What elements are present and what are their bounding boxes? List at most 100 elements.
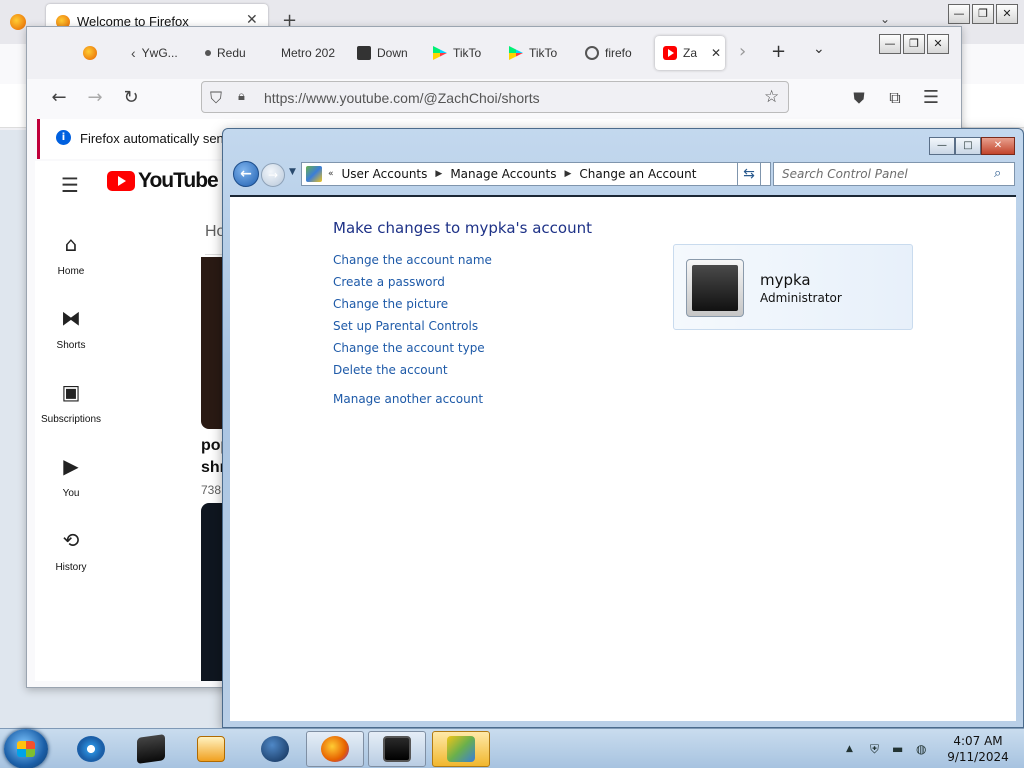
breadcrumb-user-accounts[interactable]: User Accounts	[342, 167, 428, 181]
control-panel-icon	[306, 166, 322, 182]
close-tab-icon[interactable]: ✕	[711, 46, 721, 60]
firefox-ring-icon	[585, 46, 599, 60]
short-views: 738	[201, 483, 222, 497]
url-text[interactable]: https://www.youtube.com/@ZachChoi/shorts	[264, 90, 540, 106]
extensions-icon[interactable]: ⧉	[883, 87, 907, 111]
url-bar[interactable]: ⛉ 🔒︎ https://www.youtube.com/@ZachChoi/s…	[201, 81, 789, 113]
network-icon[interactable]: ◍	[916, 742, 926, 756]
close-button[interactable]: ✕	[996, 4, 1018, 24]
box-icon	[137, 734, 165, 764]
minimize-button[interactable]: —	[879, 34, 901, 54]
taskbar-item-globe-app[interactable]	[246, 731, 304, 767]
taskbar-item-monitor-app[interactable]	[368, 731, 426, 767]
tab-label: firefo	[605, 46, 632, 60]
tab-strip: ‹ YwG... Redu Metro 202 Down TikTo TikTo…	[27, 27, 961, 79]
media-icon	[197, 736, 225, 762]
clock[interactable]: 4:07 AM 9/11/2024	[940, 733, 1016, 765]
sidebar-item-history[interactable]: ⟲ History	[35, 529, 107, 573]
dot-icon	[205, 50, 211, 56]
change-account-type-link[interactable]: Change the account type	[333, 341, 485, 355]
sidebar-item-subscriptions[interactable]: ▣ Subscriptions	[35, 381, 107, 425]
taskbar-item-internet-explorer[interactable]	[62, 731, 120, 767]
control-panel-window: — □ ✕ ← → ▼ « User Accounts ▶ Manage Acc…	[222, 128, 1024, 728]
start-button[interactable]	[4, 729, 48, 768]
restore-button[interactable]: ❐	[903, 34, 925, 54]
scroll-tabs-right-icon[interactable]: ›	[739, 41, 746, 62]
clock-date: 9/11/2024	[947, 750, 1009, 764]
breadcrumb: « User Accounts ▶ Manage Accounts ▶ Chan…	[328, 167, 696, 181]
google-play-icon	[433, 46, 447, 60]
explorer-navbar: ← → ▼ « User Accounts ▶ Manage Accounts …	[229, 159, 1019, 189]
tab-item[interactable]: Redu	[205, 38, 261, 68]
breadcrumb-manage-accounts[interactable]: Manage Accounts	[450, 167, 556, 181]
close-button[interactable]: ✕	[981, 137, 1015, 155]
breadcrumb-overflow-icon[interactable]: «	[328, 167, 334, 181]
search-icon[interactable]: ⌕	[994, 166, 1001, 181]
minimize-button[interactable]: —	[929, 137, 955, 155]
change-account-name-link[interactable]: Change the account name	[333, 253, 492, 267]
sidebar-item-shorts[interactable]: ⧓ Shorts	[35, 307, 107, 351]
reload-icon[interactable]: ↻	[119, 87, 143, 111]
back-arrow-icon[interactable]: ←	[233, 161, 259, 187]
nav-toolbar: ← → ↻ ⛉ 🔒︎ https://www.youtube.com/@Zach…	[27, 79, 961, 119]
forward-arrow-icon[interactable]: →	[83, 87, 107, 111]
tab-item[interactable]: Down	[357, 38, 413, 68]
window-controls: — ❐ ✕	[879, 34, 949, 54]
sidebar-item-you[interactable]: ▶ You	[35, 455, 107, 499]
display-icon[interactable]: ▬	[892, 742, 903, 756]
menu-icon[interactable]: ☰	[919, 87, 943, 111]
you-icon: ▶	[63, 454, 79, 478]
recent-pages-dropdown-icon[interactable]: ▼	[289, 167, 296, 177]
tab-label: Metro 202	[281, 46, 336, 60]
address-bar[interactable]: « User Accounts ▶ Manage Accounts ▶ Chan…	[301, 162, 803, 186]
forward-arrow-icon[interactable]: →	[261, 163, 285, 187]
list-all-tabs-icon[interactable]: ⌄	[813, 41, 825, 57]
tab-item[interactable]: Metro 202	[281, 38, 343, 68]
tab-label: Redu	[217, 46, 246, 60]
search-box[interactable]: Search Control Panel ⌕	[773, 162, 1015, 186]
show-hidden-icons-icon[interactable]: ▲	[846, 744, 853, 754]
new-tab-button[interactable]: +	[771, 41, 786, 62]
pocket-icon[interactable]: ⛊	[847, 87, 871, 111]
close-button[interactable]: ✕	[927, 34, 949, 54]
account-role: Administrator	[760, 291, 842, 305]
hamburger-menu-icon[interactable]: ☰	[61, 173, 79, 197]
taskbar-item-box-app[interactable]	[122, 731, 180, 767]
list-all-tabs-icon[interactable]: ⌄	[880, 12, 890, 26]
sidebar-item-home[interactable]: ⌂ Home	[35, 233, 107, 277]
breadcrumb-arrow-icon[interactable]: ▶	[435, 167, 442, 181]
minimize-button[interactable]: —	[948, 4, 970, 24]
maximize-button[interactable]: □	[955, 137, 981, 155]
tab-youtube-active[interactable]: Za ✕	[655, 36, 725, 70]
create-password-link[interactable]: Create a password	[333, 275, 445, 289]
restore-button[interactable]: ❐	[972, 4, 994, 24]
firefox-icon	[321, 736, 349, 762]
history-icon: ⟲	[62, 528, 80, 552]
youtube-logo[interactable]: YouTube	[107, 169, 219, 193]
security-shield-icon[interactable]: ⛨	[870, 742, 879, 757]
parental-controls-link[interactable]: Set up Parental Controls	[333, 319, 478, 333]
taskbar-item-control-panel[interactable]	[432, 731, 490, 767]
tab-item[interactable]: TikTo	[433, 38, 491, 68]
tab-item[interactable]: TikTo	[509, 38, 567, 68]
tab-firefox-view[interactable]	[83, 38, 97, 68]
breadcrumb-change-an-account[interactable]: Change an Account	[579, 167, 696, 181]
refresh-icon[interactable]: ⇆	[737, 162, 761, 186]
taskbar: ▲ ⛨ ▬ ◍ 4:07 AM 9/11/2024	[0, 728, 1024, 768]
lock-icon[interactable]: 🔒︎	[238, 89, 245, 104]
bookmark-star-icon[interactable]: ☆	[764, 87, 779, 107]
delete-account-link[interactable]: Delete the account	[333, 363, 448, 377]
breadcrumb-arrow-icon[interactable]: ▶	[565, 167, 572, 181]
manage-another-account-link[interactable]: Manage another account	[333, 392, 483, 406]
shield-icon[interactable]: ⛉	[210, 88, 222, 108]
account-tile: mypka Administrator	[673, 244, 913, 330]
tab-item[interactable]: firefo	[585, 38, 645, 68]
taskbar-item-media-app[interactable]	[182, 731, 240, 767]
change-picture-link[interactable]: Change the picture	[333, 297, 448, 311]
tab-label: YwG...	[141, 46, 178, 60]
back-arrow-icon[interactable]: ←	[47, 87, 71, 111]
tab-item[interactable]: ‹ YwG...	[131, 38, 185, 68]
sidebar-item-label: Subscriptions	[40, 414, 102, 425]
taskbar-item-firefox[interactable]	[306, 731, 364, 767]
youtube-icon	[107, 171, 135, 191]
